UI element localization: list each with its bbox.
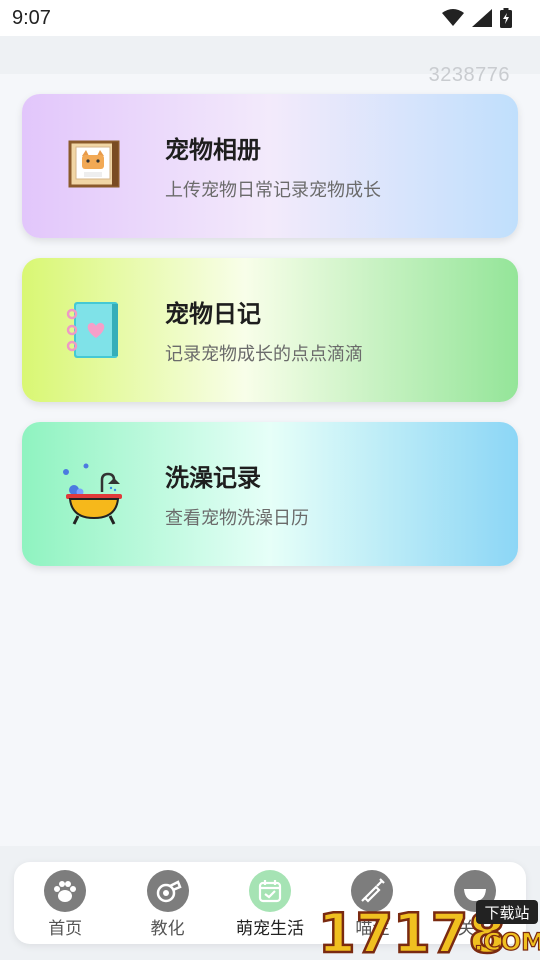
visit-counter: 3238776 — [428, 64, 510, 86]
calendar-icon — [248, 870, 291, 912]
syringe-icon — [351, 870, 394, 912]
nav-item-pet-life[interactable]: 萌宠生活 — [225, 870, 315, 939]
card-subtitle: 记录宠物成长的点点滴滴 — [165, 344, 363, 365]
bowl-icon — [453, 870, 496, 912]
nav-item-training[interactable]: 教化 — [123, 870, 213, 939]
card-title: 洗澡记录 — [165, 464, 261, 492]
battery-icon — [500, 8, 512, 28]
nav-label: 喵注 — [355, 919, 390, 939]
card-subtitle: 查看宠物洗澡日历 — [165, 508, 309, 529]
whistle-icon — [146, 870, 189, 912]
status-bar: 9:07 — [0, 0, 540, 36]
nav-item-home[interactable]: 首页 — [20, 870, 110, 939]
status-time: 9:07 — [12, 6, 51, 29]
nav-label: 萌宠生活 — [235, 919, 304, 939]
card-subtitle: 上传宠物日常记录宠物成长 — [165, 180, 381, 201]
nav-label: 教化 — [150, 919, 185, 939]
card-title: 宠物相册 — [165, 136, 261, 164]
status-icons — [442, 8, 512, 28]
nav-item-about[interactable]: 关于 — [430, 870, 520, 939]
notebook-icon — [66, 302, 118, 358]
signal-icon — [472, 9, 492, 27]
card-title: 宠物日记 — [165, 300, 261, 328]
bathtub-icon — [63, 463, 122, 525]
pet-diary-card[interactable]: 宠物日记 记录宠物成长的点点滴滴 — [22, 258, 518, 402]
nav-label: 关于 — [457, 919, 492, 939]
bottom-nav: 首页 教化 萌宠生活 喵注 关于 — [14, 862, 526, 944]
paw-icon — [44, 870, 87, 912]
nav-label: 首页 — [48, 919, 83, 939]
bath-record-card[interactable]: 洗澡记录 查看宠物洗澡日历 — [22, 422, 518, 566]
pet-album-card[interactable]: 宠物相册 上传宠物日常记录宠物成长 — [22, 94, 518, 238]
cat-photo-icon — [68, 140, 120, 188]
wifi-icon — [442, 9, 464, 26]
nav-item-vaccine[interactable]: 喵注 — [327, 870, 417, 939]
